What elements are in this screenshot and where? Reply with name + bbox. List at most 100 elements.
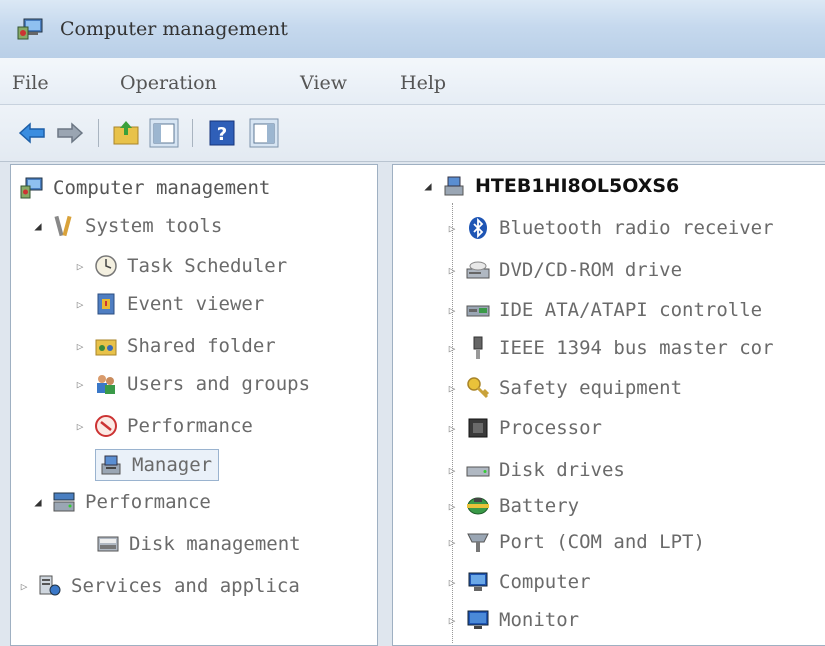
device-label: DVD/CD-ROM drive [499, 259, 683, 281]
device-item[interactable]: ▷ Processor [445, 413, 602, 443]
console-tree-pane[interactable]: Computer management ◢ System tools ▷ Tas… [10, 164, 378, 646]
tree-label: Event viewer [127, 293, 265, 315]
up-folder-icon[interactable] [110, 117, 142, 149]
collapsed-arrow-icon[interactable]: ▷ [73, 420, 87, 433]
collapsed-arrow-icon[interactable]: ▷ [445, 422, 459, 435]
collapsed-arrow-icon[interactable]: ▷ [445, 500, 459, 513]
device-item[interactable]: ▷ Monitor [445, 605, 579, 635]
menu-operation[interactable]: Operation [120, 72, 217, 94]
tree-label: Users and groups [127, 373, 311, 395]
tree-item-event-viewer[interactable]: ▷ Event viewer [73, 289, 265, 319]
key-icon [467, 377, 490, 399]
tree-item-services-applications[interactable]: ▷ Services and applica [17, 571, 300, 601]
ide-controller-icon [466, 305, 490, 317]
bluetooth-icon [469, 217, 487, 239]
collapsed-arrow-icon[interactable]: ▷ [445, 342, 459, 355]
toolbar: ? [0, 105, 825, 162]
action-pane-icon[interactable] [248, 117, 280, 149]
collapsed-arrow-icon[interactable]: ▷ [445, 464, 459, 477]
collapsed-arrow-icon[interactable]: ▷ [17, 580, 31, 593]
battery-icon [467, 497, 489, 515]
tree-label: Computer management [53, 177, 271, 199]
computer-icon [468, 572, 488, 591]
collapsed-arrow-icon[interactable]: ▷ [445, 222, 459, 235]
computer-management-icon [20, 177, 43, 199]
tree-item-shared-folder[interactable]: ▷ Shared folder [73, 331, 276, 361]
tree-label: System tools [85, 215, 223, 237]
tree-label: Performance [127, 415, 253, 437]
toolbar-separator [192, 119, 193, 147]
collapsed-arrow-icon[interactable]: ▷ [445, 576, 459, 589]
tree-label: Disk management [129, 533, 301, 555]
device-manager-icon [101, 455, 121, 475]
device-label: Disk drives [499, 459, 625, 481]
host-name: HTEB1HI8OL5OXS6 [475, 175, 680, 197]
device-host[interactable]: ◢ HTEB1HI8OL5OXS6 [421, 171, 679, 201]
device-label: Port (COM and LPT) [499, 531, 705, 553]
forward-arrow-icon[interactable] [54, 117, 86, 149]
expanded-arrow-icon[interactable]: ◢ [421, 179, 435, 193]
device-label: Battery [499, 495, 580, 517]
device-item[interactable]: ▷ Computer [445, 567, 591, 597]
tree-item-disk-management[interactable]: Disk management [95, 529, 301, 559]
tools-icon [54, 215, 72, 237]
menu-bar: File Operation View Help [0, 58, 825, 105]
collapsed-arrow-icon[interactable]: ▷ [73, 298, 87, 311]
device-label: Safety equipment [499, 377, 683, 399]
title-bar: Computer management [0, 0, 825, 58]
tree-item-manager[interactable]: Manager [95, 449, 220, 481]
shared-folder-icon [95, 339, 117, 356]
menu-view[interactable]: View [300, 72, 347, 94]
collapsed-arrow-icon[interactable]: ▷ [73, 340, 87, 353]
device-label: IDE ATA/ATAPI controlle [499, 299, 763, 321]
collapsed-arrow-icon[interactable]: ▷ [73, 378, 87, 391]
menu-file[interactable]: File [12, 72, 49, 94]
computer-icon [444, 176, 464, 196]
tree-label: Services and applica [71, 575, 300, 597]
device-item[interactable]: ▷ Disk drives [445, 455, 625, 485]
device-label: Bluetooth radio receiver [499, 217, 774, 239]
tree-item-performance[interactable]: ▷ Performance [73, 411, 253, 441]
menu-help[interactable]: Help [400, 72, 446, 94]
event-viewer-icon [97, 293, 115, 315]
show-hide-tree-icon[interactable] [148, 117, 180, 149]
device-list-pane[interactable]: ◢ HTEB1HI8OL5OXS6 ▷ Bluetooth radio rece… [392, 164, 825, 646]
device-item[interactable]: ▷ Safety equipment [445, 373, 682, 403]
collapsed-arrow-icon[interactable]: ▷ [445, 304, 459, 317]
tree-item-computer-management[interactable]: Computer management [19, 173, 270, 203]
processor-icon [468, 418, 488, 438]
tree-item-system-tools[interactable]: ◢ System tools [31, 211, 222, 241]
disk-management-icon [97, 536, 119, 552]
device-label: Computer [499, 571, 591, 593]
tree-label: Shared folder [127, 335, 276, 357]
dvd-drive-icon [466, 261, 490, 279]
expanded-arrow-icon[interactable]: ◢ [31, 495, 45, 509]
disk-drive-icon [466, 466, 490, 477]
device-item[interactable]: ▷ Port (COM and LPT) [445, 527, 705, 557]
users-icon [97, 375, 115, 394]
monitor-icon [467, 610, 489, 629]
storage-icon [53, 492, 75, 512]
device-item[interactable]: ▷ Bluetooth radio receiver [445, 213, 774, 243]
device-label: Processor [499, 417, 602, 439]
device-item[interactable]: ▷ IDE ATA/ATAPI controlle [445, 295, 762, 325]
help-icon[interactable]: ? [206, 117, 238, 149]
device-item[interactable]: ▷ DVD/CD-ROM drive [445, 255, 682, 285]
device-label: IEEE 1394 bus master cor [499, 337, 774, 359]
tree-item-storage[interactable]: ◢ Performance [31, 487, 210, 517]
collapsed-arrow-icon[interactable]: ▷ [445, 382, 459, 395]
device-item[interactable]: ▷ Battery [445, 491, 579, 521]
tree-item-task-scheduler[interactable]: ▷ Task Scheduler [73, 251, 287, 281]
collapsed-arrow-icon[interactable]: ▷ [445, 614, 459, 627]
collapsed-arrow-icon[interactable]: ▷ [445, 536, 459, 549]
back-arrow-icon[interactable] [16, 117, 48, 149]
expanded-arrow-icon[interactable]: ◢ [31, 219, 45, 233]
tree-label: Task Scheduler [127, 255, 288, 277]
collapsed-arrow-icon[interactable]: ▷ [73, 260, 87, 273]
performance-icon [95, 415, 117, 437]
port-icon [467, 533, 489, 552]
device-item[interactable]: ▷ IEEE 1394 bus master cor [445, 333, 774, 363]
collapsed-arrow-icon[interactable]: ▷ [445, 264, 459, 277]
toolbar-separator [98, 119, 99, 147]
tree-item-users-groups[interactable]: ▷ Users and groups [73, 369, 310, 399]
